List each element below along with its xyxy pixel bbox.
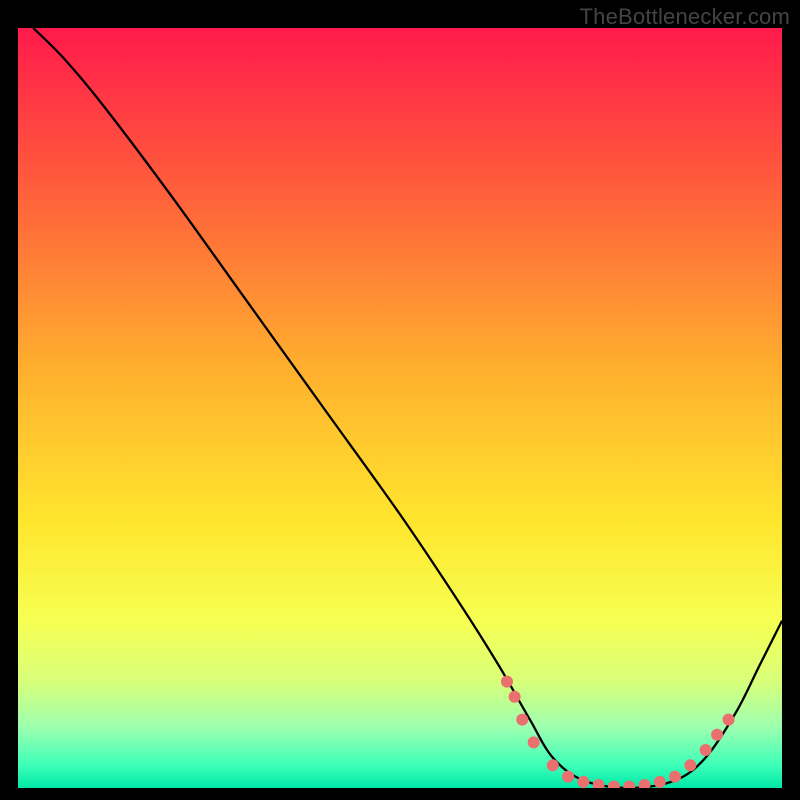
chart-frame: TheBottlenecker.com xyxy=(0,0,800,800)
bottleneck-chart xyxy=(18,28,782,788)
highlight-dot xyxy=(547,759,559,771)
plot-area xyxy=(18,28,782,788)
highlight-dot xyxy=(516,714,528,726)
highlight-dot xyxy=(501,676,513,688)
highlight-dot xyxy=(711,729,723,741)
highlight-dot xyxy=(700,744,712,756)
watermark-label: TheBottlenecker.com xyxy=(580,4,790,30)
highlight-dot xyxy=(723,714,735,726)
highlight-dot xyxy=(684,759,696,771)
highlight-dot xyxy=(577,776,589,788)
highlight-dot xyxy=(509,691,521,703)
highlight-dot xyxy=(562,771,574,783)
highlight-dot xyxy=(654,776,666,788)
highlight-dot xyxy=(528,736,540,748)
highlight-dot xyxy=(669,771,681,783)
